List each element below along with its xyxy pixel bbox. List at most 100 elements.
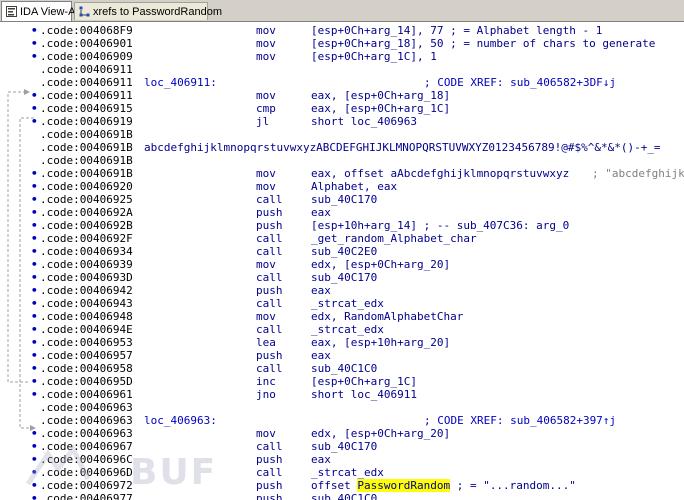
address[interactable]: .code:00406943 <box>40 297 133 310</box>
address[interactable]: .code:0040692B <box>40 219 133 232</box>
listing-row[interactable]: .code:00406963 loc_406963: ; CODE XREF: su… <box>0 414 684 427</box>
operands[interactable]: eax, offset aAbcdefghijklmnopqrstuvwxyz <box>311 167 569 180</box>
mnemonic[interactable]: mov <box>256 258 276 271</box>
address[interactable]: .code:00406909 <box>40 50 133 63</box>
listing-row[interactable]: .code:0040691B <box>0 128 684 141</box>
listing-row[interactable]: • .code:00406958 call sub_40C1C0 <box>0 362 684 375</box>
mnemonic[interactable]: inc <box>256 375 276 388</box>
operands[interactable]: edx, RandomAlphabetChar <box>311 310 463 323</box>
address[interactable]: .code:00406939 <box>40 258 133 271</box>
disassembly-listing[interactable]: • .code:004068F9 mov [esp+0Ch+arg_14], 77 ;… <box>0 22 684 500</box>
address[interactable]: .code:00406961 <box>40 388 133 401</box>
operands[interactable]: Alphabet, eax <box>311 180 397 193</box>
mnemonic[interactable]: mov <box>256 89 276 102</box>
operands[interactable]: eax <box>311 206 331 219</box>
mnemonic[interactable]: push <box>256 479 283 492</box>
address[interactable]: .code:00406915 <box>40 102 133 115</box>
listing-row[interactable]: • .code:00406953 lea eax, [esp+10h+arg_20] <box>0 336 684 349</box>
mnemonic[interactable]: call <box>256 232 283 245</box>
mnemonic[interactable]: mov <box>256 310 276 323</box>
operands[interactable]: [esp+10h+arg_14] ; -- sub_407C36: arg_0 <box>311 219 569 232</box>
address[interactable]: .code:0040691B <box>40 128 133 141</box>
listing-row[interactable]: • .code:00406909 mov [esp+0Ch+arg_1C], 1 <box>0 50 684 63</box>
listing-row[interactable]: • .code:00406963 mov edx, [esp+0Ch+arg_20] <box>0 427 684 440</box>
listing-row[interactable]: • .code:0040692A push eax <box>0 206 684 219</box>
address[interactable]: .code:00406911 <box>40 63 133 76</box>
address[interactable]: .code:00406942 <box>40 284 133 297</box>
operands[interactable]: edx, [esp+0Ch+arg_20] <box>311 258 450 271</box>
operands[interactable]: sub_40C170 <box>311 271 377 284</box>
mnemonic[interactable]: call <box>256 440 283 453</box>
listing-row[interactable]: • .code:0040695D inc [esp+0Ch+arg_1C] <box>0 375 684 388</box>
mnemonic[interactable]: push <box>256 453 283 466</box>
operands[interactable]: _strcat_edx <box>311 297 384 310</box>
mnemonic[interactable]: call <box>256 297 283 310</box>
operands[interactable]: eax <box>311 284 331 297</box>
operands[interactable]: sub_40C1C0 <box>311 492 377 500</box>
listing-row[interactable]: • .code:00406961 jno short loc_406911 <box>0 388 684 401</box>
listing-row[interactable]: • .code:00406919 jl short loc_406963 <box>0 115 684 128</box>
mnemonic[interactable]: call <box>256 466 283 479</box>
mnemonic[interactable]: call <box>256 271 283 284</box>
mnemonic[interactable]: mov <box>256 50 276 63</box>
listing-row[interactable]: • .code:00406920 mov Alphabet, eax <box>0 180 684 193</box>
listing-row[interactable]: .code:00406963 <box>0 401 684 414</box>
operands[interactable]: short loc_406963 <box>311 115 417 128</box>
code-label[interactable]: loc_406911: <box>144 76 217 89</box>
address[interactable]: .code:0040691B <box>40 167 133 180</box>
listing-row[interactable]: • .code:00406948 mov edx, RandomAlphabetCha… <box>0 310 684 323</box>
address[interactable]: .code:00406963 <box>40 414 133 427</box>
mnemonic[interactable]: mov <box>256 180 276 193</box>
operands[interactable]: short loc_406911 <box>311 388 417 401</box>
address[interactable]: .code:0040692A <box>40 206 133 219</box>
address[interactable]: .code:00406957 <box>40 349 133 362</box>
mnemonic[interactable]: mov <box>256 37 276 50</box>
address[interactable]: .code:00406963 <box>40 401 133 414</box>
listing-row[interactable]: .code:0040691B abcdefghijklmnopqrstuvwxyz… <box>0 141 684 154</box>
listing-row[interactable]: • .code:0040692F call _get_random_Alphabet_… <box>0 232 684 245</box>
mnemonic[interactable]: lea <box>256 336 276 349</box>
operands[interactable]: eax <box>311 453 331 466</box>
address[interactable]: .code:00406953 <box>40 336 133 349</box>
mnemonic[interactable]: mov <box>256 427 276 440</box>
address[interactable]: .code:00406963 <box>40 427 133 440</box>
operands[interactable]: [esp+0Ch+arg_1C] <box>311 375 417 388</box>
listing-row[interactable]: • .code:0040691B mov eax, offset aAbcdefghi… <box>0 167 684 180</box>
xref-comment[interactable]: ; CODE XREF: sub_406582+3DF↓j <box>424 76 616 89</box>
listing-row[interactable]: • .code:004068F9 mov [esp+0Ch+arg_14], 77 ;… <box>0 24 684 37</box>
highlighted-symbol[interactable]: PasswordRandom <box>357 479 451 492</box>
mnemonic[interactable]: call <box>256 245 283 258</box>
address[interactable]: .code:0040691B <box>40 154 133 167</box>
operands[interactable]: edx, [esp+0Ch+arg_20] <box>311 427 450 440</box>
mnemonic[interactable]: call <box>256 193 283 206</box>
listing-row[interactable]: • .code:00406942 push eax <box>0 284 684 297</box>
operands[interactable]: [esp+0Ch+arg_18], 50 ; = number of chars… <box>311 37 655 50</box>
mnemonic[interactable]: push <box>256 492 283 500</box>
address[interactable]: .code:0040692F <box>40 232 133 245</box>
address[interactable]: .code:00406901 <box>40 37 133 50</box>
mnemonic[interactable]: call <box>256 323 283 336</box>
operands[interactable]: offset PasswordRandom ; = "...random..." <box>311 479 576 492</box>
mnemonic[interactable]: push <box>256 219 283 232</box>
operands[interactable]: eax, [esp+10h+arg_20] <box>311 336 450 349</box>
mnemonic[interactable]: jno <box>256 388 276 401</box>
address[interactable]: .code:004068F9 <box>40 24 133 37</box>
tab-xrefs-to-passwordrandom[interactable]: xrefs to PasswordRandom <box>74 2 222 20</box>
listing-row[interactable]: • .code:00406934 call sub_40C2E0 <box>0 245 684 258</box>
address[interactable]: .code:0040693D <box>40 271 133 284</box>
address[interactable]: .code:00406925 <box>40 193 133 206</box>
mnemonic[interactable]: mov <box>256 24 276 37</box>
operands[interactable]: [esp+0Ch+arg_14], 77 ; = Alphabet length… <box>311 24 602 37</box>
mnemonic[interactable]: jl <box>256 115 269 128</box>
operands[interactable]: _strcat_edx <box>311 466 384 479</box>
listing-row[interactable]: .code:0040691B <box>0 154 684 167</box>
address[interactable]: .code:00406911 <box>40 89 133 102</box>
listing-row[interactable]: .code:00406911 loc_406911: ; CODE XREF: su… <box>0 76 684 89</box>
operands[interactable]: sub_40C1C0 <box>311 362 377 375</box>
code-label[interactable]: loc_406963: <box>144 414 217 427</box>
listing-row[interactable]: • .code:0040692B push [esp+10h+arg_14] ; --… <box>0 219 684 232</box>
listing-row[interactable]: • .code:00406943 call _strcat_edx <box>0 297 684 310</box>
mnemonic[interactable]: push <box>256 206 283 219</box>
listing-row[interactable]: • .code:00406925 call sub_40C170 <box>0 193 684 206</box>
address[interactable]: .code:00406948 <box>40 310 133 323</box>
